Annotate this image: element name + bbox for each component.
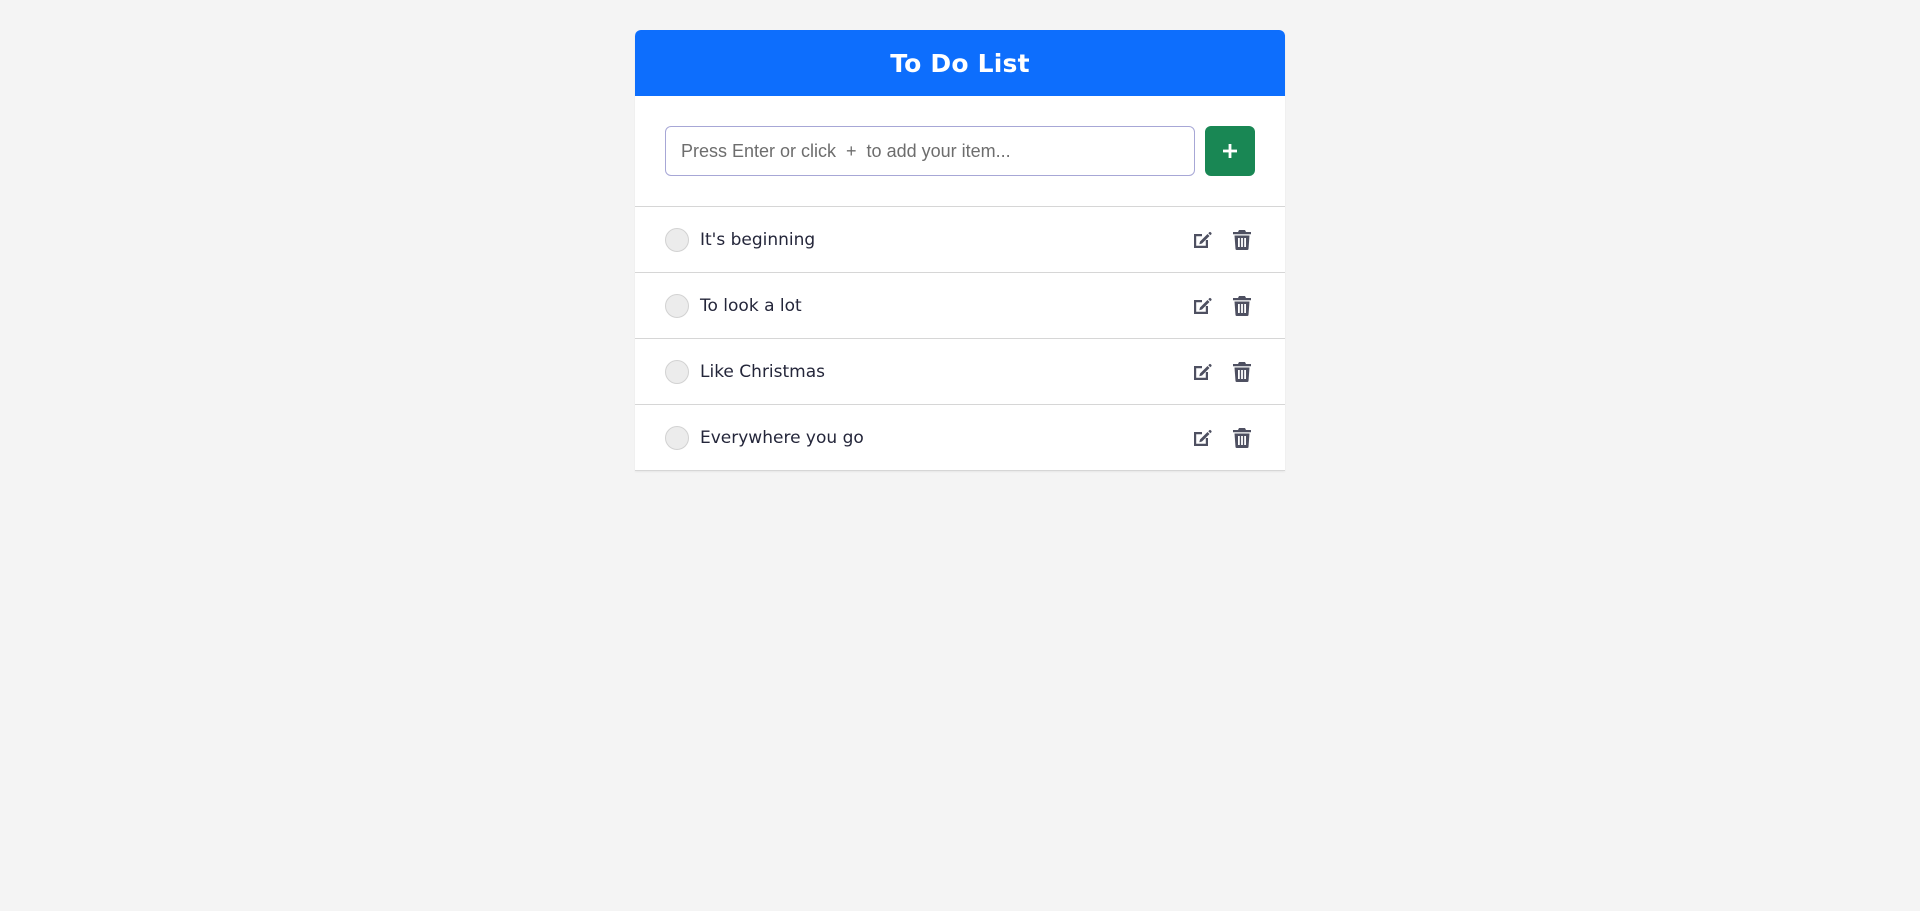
complete-checkbox[interactable] bbox=[665, 425, 689, 450]
item-text: Everywhere you go bbox=[700, 427, 864, 448]
add-item-button[interactable] bbox=[1205, 126, 1255, 176]
edit-button[interactable] bbox=[1189, 359, 1215, 385]
edit-icon bbox=[1194, 231, 1212, 248]
delete-button[interactable] bbox=[1229, 293, 1255, 319]
list-item: To look a lot bbox=[635, 273, 1285, 339]
edit-button[interactable] bbox=[1189, 293, 1215, 319]
complete-checkbox[interactable] bbox=[665, 293, 689, 318]
new-item-input[interactable] bbox=[665, 126, 1195, 176]
delete-button[interactable] bbox=[1229, 359, 1255, 385]
add-item-row bbox=[635, 96, 1285, 207]
item-actions bbox=[1189, 425, 1255, 451]
trash-icon bbox=[1233, 361, 1251, 382]
item-text: It's beginning bbox=[700, 229, 816, 250]
item-actions bbox=[1189, 359, 1255, 385]
trash-icon bbox=[1233, 295, 1251, 316]
edit-icon bbox=[1194, 363, 1212, 380]
item-actions bbox=[1189, 227, 1255, 253]
edit-button[interactable] bbox=[1189, 227, 1215, 253]
edit-icon bbox=[1194, 297, 1212, 314]
trash-icon bbox=[1233, 427, 1251, 448]
item-text: Like Christmas bbox=[700, 361, 826, 382]
item-actions bbox=[1189, 293, 1255, 319]
todo-card: To Do List It's beginning bbox=[635, 30, 1285, 471]
todo-list: It's beginning To look a lot Like Christ… bbox=[635, 207, 1285, 471]
complete-checkbox[interactable] bbox=[665, 227, 689, 252]
item-text: To look a lot bbox=[700, 295, 802, 316]
edit-icon bbox=[1194, 429, 1212, 446]
complete-checkbox[interactable] bbox=[665, 359, 689, 384]
list-item: It's beginning bbox=[635, 207, 1285, 273]
plus-icon bbox=[1223, 144, 1237, 158]
trash-icon bbox=[1233, 229, 1251, 250]
header: To Do List bbox=[635, 30, 1285, 96]
edit-button[interactable] bbox=[1189, 425, 1215, 451]
list-item: Like Christmas bbox=[635, 339, 1285, 405]
list-item: Everywhere you go bbox=[635, 405, 1285, 471]
page-title: To Do List bbox=[890, 48, 1030, 78]
delete-button[interactable] bbox=[1229, 425, 1255, 451]
delete-button[interactable] bbox=[1229, 227, 1255, 253]
